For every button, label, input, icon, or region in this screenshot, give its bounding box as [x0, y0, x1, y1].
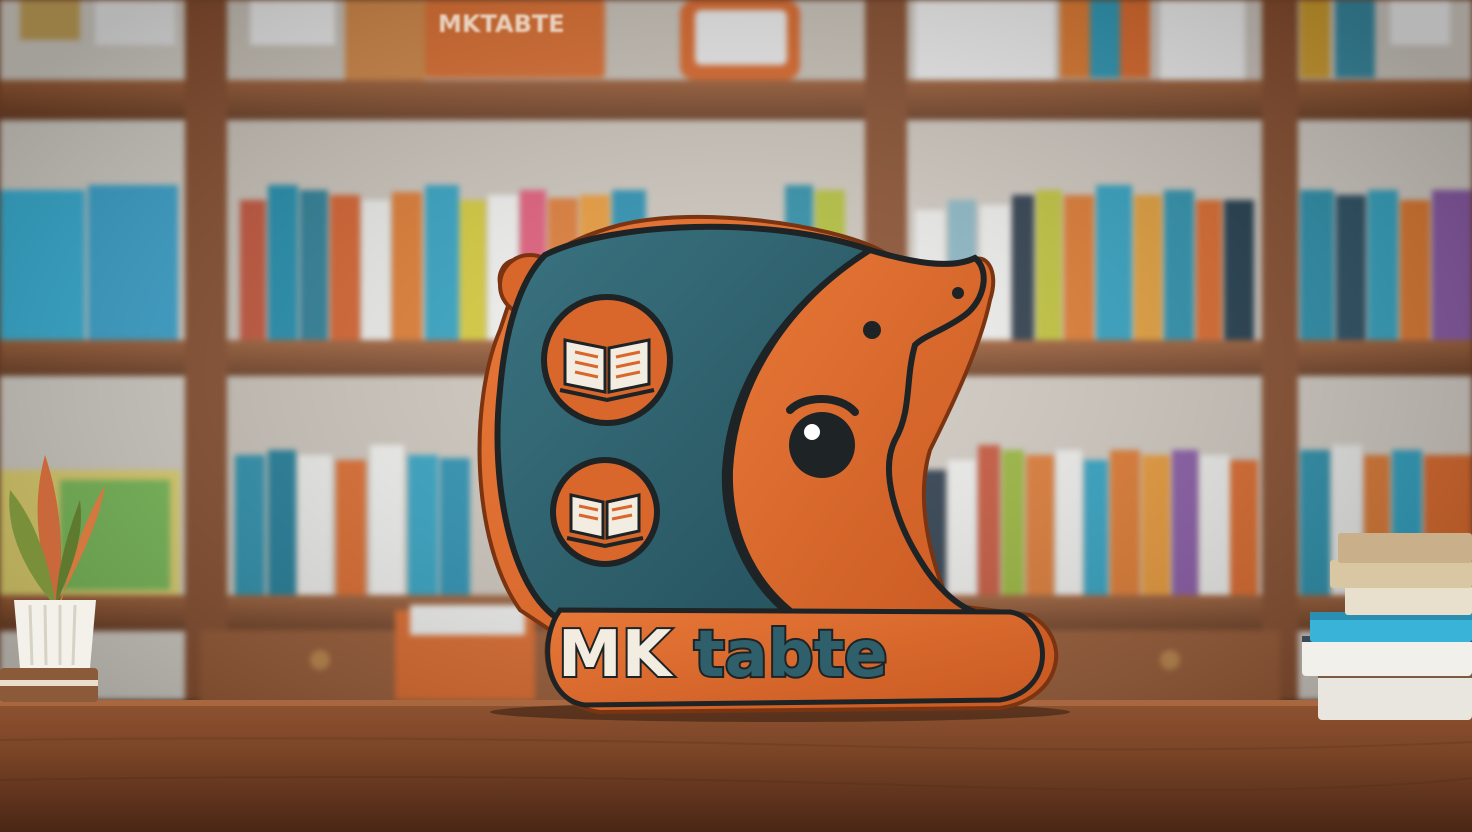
book-badge-bottom	[550, 457, 660, 567]
background-sign-text: MKTABTE	[438, 10, 565, 38]
big-eye	[789, 412, 855, 478]
book-badge-top	[541, 294, 673, 426]
wordmark-tabte: tabte	[694, 618, 888, 692]
wordmark-mk: MK	[558, 618, 674, 692]
small-eye	[863, 321, 881, 339]
scene: MK tabte MKTABTE	[0, 0, 1472, 832]
mktabte-logo: MK tabte MKTABTE	[438, 10, 1070, 722]
